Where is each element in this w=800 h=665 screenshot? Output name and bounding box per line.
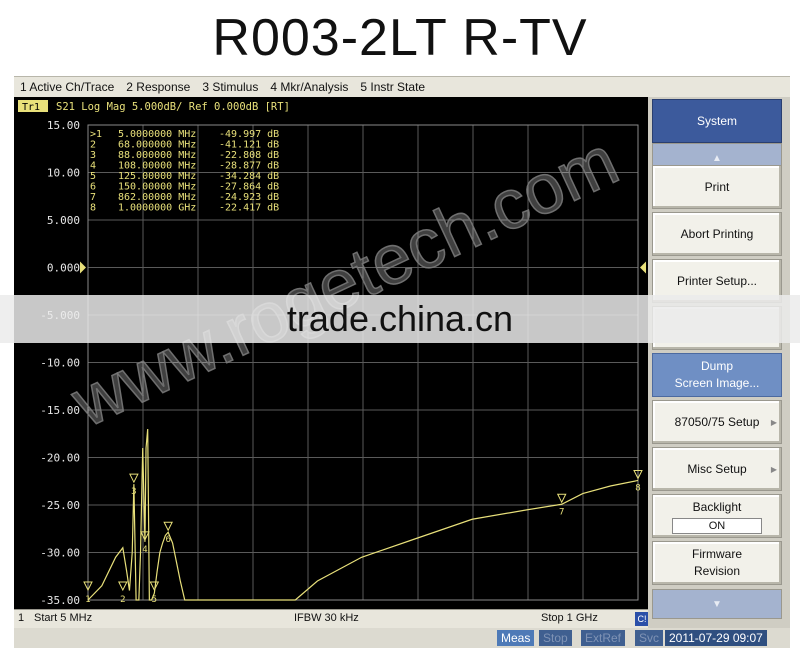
marker-number: 4	[142, 545, 147, 555]
marker-triangle	[129, 473, 139, 484]
datetime-display: 2011-07-29 09:07	[665, 630, 767, 646]
marker-value: -41.121 dB	[219, 140, 279, 151]
marker-value: -28.877 dB	[219, 161, 279, 172]
softkey-firmware-revision[interactable]: Firmware Revision	[652, 541, 782, 585]
y-tick-label: -25.00	[40, 499, 80, 512]
y-tick-label: -20.00	[40, 452, 80, 465]
ref-level-arrow-left	[80, 261, 86, 274]
softkey-print[interactable]: Print	[652, 165, 782, 209]
marker-id: 3	[90, 150, 96, 161]
y-tick-label: 10.00	[47, 167, 80, 180]
page-title: R003-2LT R-TV	[212, 9, 588, 67]
scroll-up-icon: ▲	[712, 152, 722, 164]
marker-id: 7	[90, 192, 96, 203]
marker-number: 5	[152, 595, 157, 605]
marker-value: -22.808 dB	[219, 150, 279, 161]
marker-freq: 150.00000 MHz	[118, 182, 196, 193]
marker-id: 2	[90, 140, 96, 151]
y-tick-label: -35.00	[40, 594, 80, 607]
status-stop: Stop 1 GHz	[541, 612, 598, 624]
menu-item-active-ch[interactable]: 1 Active Ch/Trace	[20, 80, 114, 94]
menu-item-response[interactable]: 2 Response	[126, 80, 190, 94]
y-tick-label: 0.000	[47, 262, 80, 275]
status-channel: 1	[18, 612, 25, 624]
softkey-misc-setup[interactable]: Misc Setup ▶	[652, 447, 782, 491]
marker-freq: 68.000000 MHz	[118, 140, 196, 151]
y-tick-label: -15.00	[40, 404, 80, 417]
ref-level-arrow-right	[640, 261, 646, 274]
submenu-arrow-icon: ▶	[770, 417, 777, 427]
marker-id: 4	[90, 161, 96, 172]
scroll-down-icon: ▼	[712, 598, 722, 610]
menu-item-mkr-analysis[interactable]: 4 Mkr/Analysis	[270, 80, 348, 94]
softkey-firmware-line1: Firmware	[692, 547, 742, 561]
softkey-backlight-label: Backlight	[692, 499, 742, 514]
y-tick-label: -30.00	[40, 547, 80, 560]
submenu-arrow-icon: ▶	[770, 464, 777, 474]
marker-id: 6	[90, 182, 96, 193]
trace-header: S21 Log Mag 5.000dB/ Ref 0.000dB [RT]	[56, 101, 290, 113]
softkey-abort-printing[interactable]: Abort Printing	[652, 212, 782, 256]
softkey-87050-label: 87050/75 Setup	[674, 414, 760, 429]
marker-triangle	[118, 581, 128, 592]
menu-item-instr-state[interactable]: 5 Instr State	[360, 80, 425, 94]
y-tick-label: 15.00	[47, 119, 80, 132]
marker-number: 6	[165, 535, 170, 545]
backlight-value: ON	[672, 517, 762, 534]
softkey-backlight[interactable]: Backlight ON	[652, 494, 782, 538]
svc-indicator: Svc	[635, 630, 664, 646]
marker-freq: 125.00000 MHz	[118, 171, 196, 182]
marker-value: -49.997 dB	[219, 129, 279, 140]
menu-bar: 1 Active Ch/Trace 2 Response 3 Stimulus …	[14, 76, 790, 98]
marker-freq: 5.0000000 MHz	[118, 129, 196, 140]
marker-freq: 108.00000 MHz	[118, 161, 196, 172]
softkey-dump-line2: Screen Image...	[674, 376, 760, 390]
stop-indicator: Stop	[539, 630, 572, 646]
softkey-dump-line1: Dump	[700, 359, 733, 373]
bottom-status-bar: Meas Stop ExtRef Svc 2011-07-29 09:07	[14, 628, 790, 648]
marker-number: 1	[85, 595, 90, 605]
marker-id: 8	[90, 203, 96, 214]
marker-id: 5	[90, 171, 96, 182]
menu-item-stimulus[interactable]: 3 Stimulus	[202, 80, 258, 94]
status-bar: 1 Start 5 MHz IFBW 30 kHz Stop 1 GHz C!	[14, 609, 649, 628]
softkey-87050-setup[interactable]: 87050/75 Setup ▶	[652, 400, 782, 444]
softkey-firmware-line2: Revision	[693, 564, 741, 578]
softkey-scroll-down[interactable]: ▼	[652, 589, 782, 619]
marker-freq: 88.000000 MHz	[118, 150, 196, 161]
meas-indicator: Meas	[497, 630, 535, 646]
y-tick-label: 5.000	[47, 214, 80, 227]
marker-value: -24.923 dB	[219, 192, 279, 203]
status-ifbw: IFBW 30 kHz	[294, 612, 359, 624]
extref-indicator: ExtRef	[581, 630, 626, 646]
marker-number: 3	[131, 487, 136, 497]
marker-number: 2	[120, 595, 125, 605]
status-start: Start 5 MHz	[34, 612, 93, 624]
marker-freq: 862.00000 MHz	[118, 192, 196, 203]
softkey-dump-screen[interactable]: Dump Screen Image...	[652, 353, 782, 397]
marker-freq: 1.0000000 GHz	[118, 203, 196, 214]
marker-triangle	[556, 493, 567, 504]
marker-id: >1	[90, 129, 102, 140]
marker-value: -22.417 dB	[219, 203, 279, 214]
trace-label: Tr1	[22, 102, 40, 113]
marker-value: -34.284 dB	[219, 171, 279, 182]
softkey-panel: System ▲ Print Abort Printing Printer Se…	[648, 97, 790, 628]
watermark-text: trade.china.cn	[286, 298, 514, 339]
marker-number: 8	[635, 483, 640, 493]
softkey-header-system: System	[652, 99, 782, 143]
marker-number: 7	[559, 507, 564, 517]
marker-value: -27.864 dB	[219, 182, 279, 193]
marker-triangle	[163, 521, 173, 532]
marker-table: >1 5.0000000 MHz -49.997 dB 2 68.000000 MHz -…	[90, 129, 279, 214]
softkey-misc-label: Misc Setup	[687, 461, 747, 476]
status-correction-badge: C!	[635, 612, 649, 626]
